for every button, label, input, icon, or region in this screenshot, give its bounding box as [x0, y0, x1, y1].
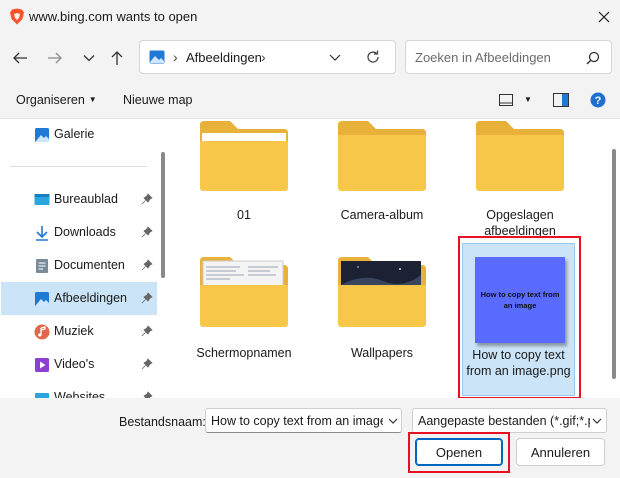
folder-icon [338, 121, 426, 191]
file-list: 01 Camera-album Opgeslagen afbeeldingen [172, 119, 612, 399]
content-area: Galerie Bureaublad Downloads Documenten … [0, 118, 620, 399]
svg-text:?: ? [595, 95, 602, 107]
file-label: Schermopnamen [196, 346, 292, 360]
sidebar-divider [10, 166, 147, 167]
brave-lion-icon [10, 8, 24, 25]
desktop-icon [34, 194, 50, 205]
pin-icon[interactable] [141, 226, 153, 238]
pictures-icon [35, 292, 49, 306]
close-icon [598, 11, 610, 23]
pin-icon[interactable] [141, 325, 153, 337]
sidebar-item-gallery[interactable]: Galerie [1, 119, 157, 151]
command-bar: Organiseren ▼ Nieuwe map ▼ ? [0, 84, 620, 118]
folder-icon [338, 257, 426, 327]
folder-item[interactable]: Schermopnamen [182, 251, 306, 371]
chevron-down-icon[interactable] [387, 416, 399, 426]
pin-icon[interactable] [141, 259, 153, 271]
folder-item[interactable]: Opgeslagen afbeeldingen [458, 119, 582, 239]
chevron-down-icon[interactable] [328, 50, 342, 64]
file-list-scrollbar[interactable] [612, 149, 616, 379]
sidebar-item-label: Downloads [54, 225, 116, 239]
refresh-icon[interactable] [365, 49, 381, 65]
new-folder-label: Nieuwe map [123, 93, 193, 107]
sidebar-item-pictures[interactable]: Afbeeldingen [1, 282, 157, 315]
organize-label: Organiseren [16, 93, 85, 107]
image-thumbnail: How to copy text from an image [475, 257, 565, 343]
organize-button[interactable]: Organiseren ▼ [16, 93, 97, 107]
folder-icon [200, 121, 288, 191]
view-options-caret-icon[interactable]: ▼ [524, 95, 532, 104]
back-button[interactable] [9, 47, 31, 69]
chevron-down-icon [83, 55, 95, 62]
sidebar-item-music[interactable]: Muziek [1, 315, 157, 348]
arrow-left-icon [13, 52, 27, 64]
sidebar-item-label: Galerie [54, 127, 95, 141]
folder-item[interactable]: 01 [182, 119, 306, 239]
sidebar-item-videos[interactable]: Video's [1, 348, 157, 381]
filename-label: Bestandsnaam: [119, 415, 206, 429]
filename-field[interactable]: How to copy text from an image [205, 408, 402, 433]
file-label: Camera-album [340, 208, 424, 222]
preview-pane-icon[interactable] [553, 93, 569, 107]
help-icon[interactable]: ? [590, 92, 606, 108]
pictures-icon [149, 50, 165, 64]
search-input[interactable]: Zoeken in Afbeeldingen [415, 50, 551, 65]
filetype-select[interactable]: Aangepaste bestanden (*.gif;*.p [412, 408, 607, 433]
sidebar-scrollbar[interactable] [161, 152, 165, 278]
dialog-footer: Bestandsnaam: How to copy text from an i… [0, 398, 620, 478]
cancel-label: Annuleren [530, 444, 591, 460]
filename-value[interactable]: How to copy text from an image [211, 414, 383, 428]
documents-icon [36, 259, 48, 273]
pin-icon[interactable] [141, 358, 153, 370]
close-button[interactable] [592, 6, 616, 28]
file-label: Wallpapers [350, 346, 414, 360]
pin-icon[interactable] [141, 193, 153, 205]
filetype-value: Aangepaste bestanden (*.gif;*.p [418, 414, 590, 428]
recent-locations-button[interactable] [78, 47, 100, 69]
file-label: 01 [237, 208, 251, 222]
window-title: www.bing.com wants to open [29, 9, 198, 24]
folder-icon [476, 121, 564, 191]
pin-icon[interactable] [141, 292, 153, 304]
search-icon[interactable] [586, 51, 600, 65]
new-folder-button[interactable]: Nieuwe map [123, 93, 192, 107]
sidebar-item-label: Documenten [54, 258, 125, 272]
breadcrumb-separator: › [173, 49, 178, 65]
sidebar-item-label: Muziek [54, 324, 94, 338]
sidebar-item-label: Bureaublad [54, 192, 118, 206]
sidebar-item-label: Afbeeldingen [54, 291, 127, 305]
file-label: Opgeslagen afbeeldingen [484, 208, 556, 238]
folder-icon [200, 257, 288, 327]
arrow-right-icon [48, 52, 62, 64]
sidebar-item-label: Video's [54, 357, 95, 371]
music-icon [34, 324, 50, 340]
caret-down-icon: ▼ [88, 95, 97, 104]
chevron-down-icon[interactable] [591, 416, 603, 426]
image-file-item[interactable]: How to copy text from an image How to co… [462, 243, 575, 396]
videos-icon [35, 358, 49, 372]
thumbnail-text: How to copy text from an image [480, 290, 560, 310]
folder-item[interactable]: Wallpapers [320, 251, 444, 371]
search-box[interactable]: Zoeken in Afbeeldingen [405, 40, 612, 74]
up-button[interactable] [106, 47, 128, 69]
open-button[interactable]: Openen [415, 438, 503, 466]
address-bar[interactable]: › Afbeeldingen › [139, 40, 396, 74]
folder-item[interactable]: Camera-album [320, 119, 444, 239]
arrow-up-icon [111, 51, 123, 65]
breadcrumb-expand[interactable]: › [261, 49, 266, 65]
cancel-button[interactable]: Annuleren [516, 438, 605, 466]
navigation-pane: Galerie Bureaublad Downloads Documenten … [0, 119, 165, 399]
file-label: How to copy text from an image.png [466, 348, 571, 378]
view-mode-icon[interactable] [499, 94, 513, 106]
sidebar-item-desktop[interactable]: Bureaublad [1, 183, 157, 216]
open-label: Openen [435, 444, 483, 460]
gallery-icon [35, 128, 49, 142]
download-icon [36, 226, 48, 241]
sidebar-item-downloads[interactable]: Downloads [1, 216, 157, 249]
breadcrumb[interactable]: Afbeeldingen [186, 50, 262, 65]
title-bar: www.bing.com wants to open [0, 0, 620, 34]
sidebar-item-documents[interactable]: Documenten [1, 249, 157, 282]
forward-button[interactable] [44, 47, 66, 69]
sidebar-item-websites[interactable]: Websites [1, 381, 157, 399]
